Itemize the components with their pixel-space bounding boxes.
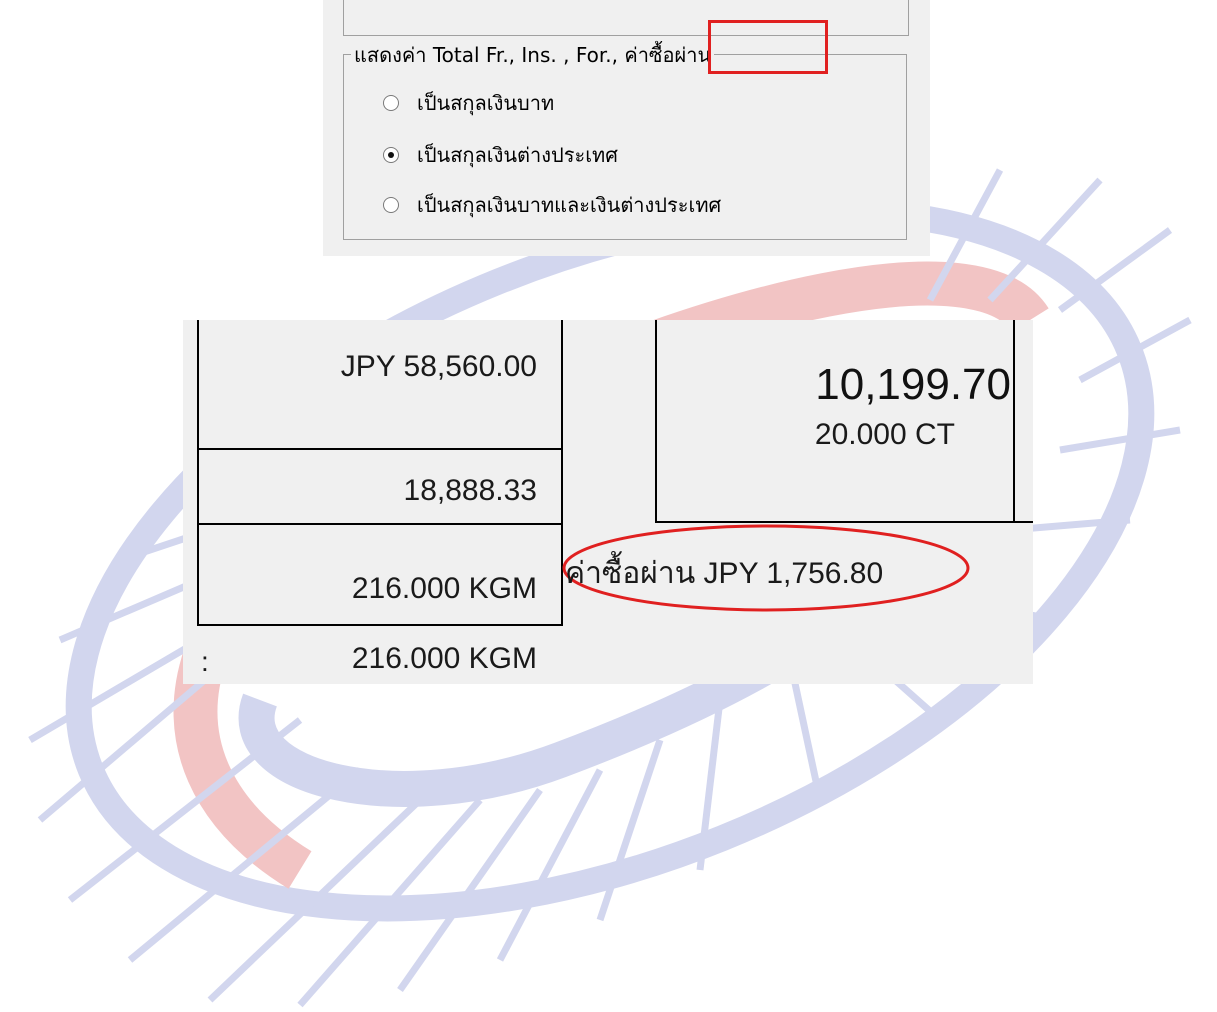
purchase-fee-text: ค่าซื้อผ่าน JPY 1,756.80 bbox=[565, 557, 884, 590]
radio-option-label: เป็นสกุลเงินต่างประเทศ bbox=[417, 143, 618, 167]
display-options-panel: แสดงค่า Total Fr., Ins. , For., ค่าซื้อผ… bbox=[323, 0, 930, 256]
cell-border bbox=[197, 320, 199, 626]
radio-button-icon[interactable] bbox=[383, 197, 399, 213]
radio-option-foreign[interactable]: เป็นสกุลเงินต่างประเทศ bbox=[383, 140, 618, 170]
declaration-values-panel: JPY 58,560.00 18,888.33 216.000 KGM : 21… bbox=[183, 320, 1033, 684]
amount-baht: 18,888.33 bbox=[403, 474, 537, 507]
quantity: 20.000 CT bbox=[814, 418, 955, 451]
group-legend: แสดงค่า Total Fr., Ins. , For., ค่าซื้อผ… bbox=[351, 42, 715, 68]
legend-prefix: แสดงค่า Total Fr., Ins. , For., bbox=[354, 43, 618, 67]
amount-foreign: JPY 58,560.00 bbox=[340, 350, 537, 383]
cell-border bbox=[197, 624, 563, 626]
cell-border bbox=[197, 523, 563, 525]
radio-option-label: เป็นสกุลเงินบาท bbox=[417, 91, 555, 115]
invoice-amount: 10,199.70 bbox=[815, 360, 1011, 409]
radio-button-icon[interactable] bbox=[383, 95, 399, 111]
radio-option-baht[interactable]: เป็นสกุลเงินบาท bbox=[383, 88, 554, 118]
cell-border bbox=[197, 448, 563, 450]
cell-border bbox=[1013, 320, 1015, 523]
highlight-box bbox=[708, 20, 828, 74]
purchase-fee-annotation: ค่าซื้อผ่าน JPY 1,756.80 bbox=[561, 522, 971, 614]
cell-border bbox=[655, 320, 657, 523]
radio-option-baht-and-foreign[interactable]: เป็นสกุลเงินบาทและเงินต่างประเทศ bbox=[383, 190, 721, 220]
radio-button-checked-icon[interactable] bbox=[383, 147, 399, 163]
radio-option-label: เป็นสกุลเงินบาทและเงินต่างประเทศ bbox=[417, 193, 722, 217]
net-weight: 216.000 KGM bbox=[351, 642, 537, 675]
total-label: : bbox=[201, 646, 209, 677]
legend-purchase-fee: ค่าซื้อผ่าน bbox=[624, 43, 712, 67]
gross-weight: 216.000 KGM bbox=[351, 572, 537, 605]
